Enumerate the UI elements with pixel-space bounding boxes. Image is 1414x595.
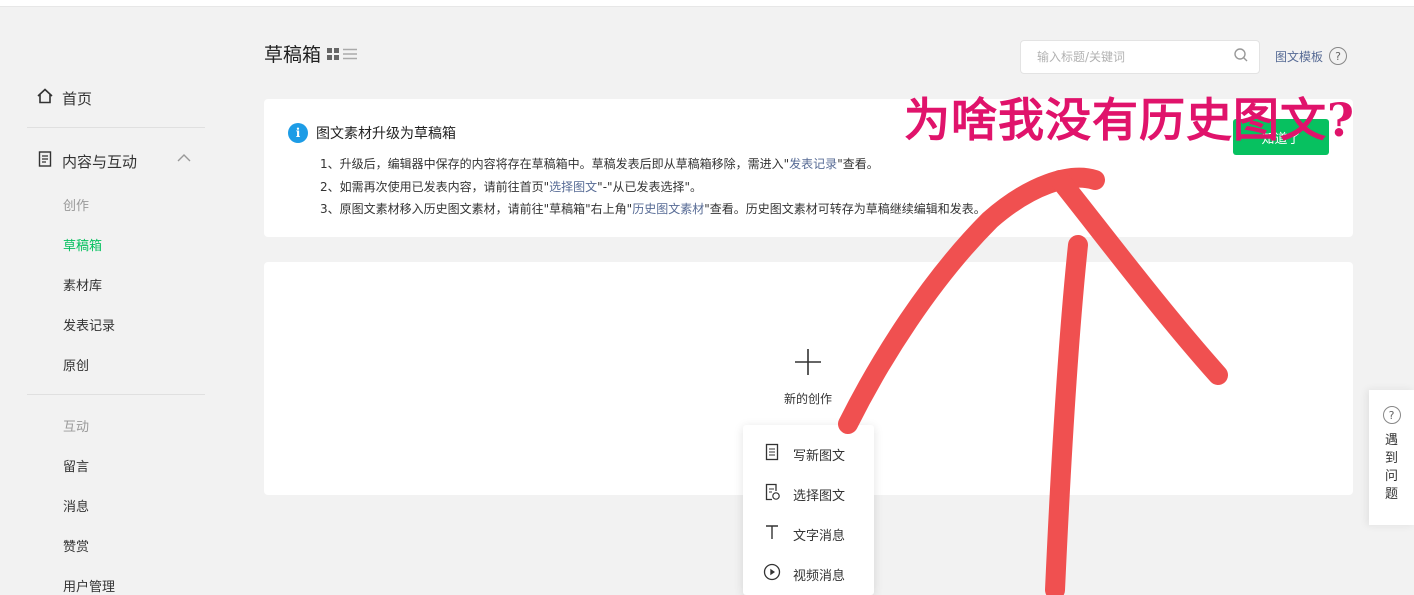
sidebar-item-user-management[interactable]: 用户管理	[63, 576, 115, 595]
home-icon	[36, 87, 54, 109]
select-article-link[interactable]: 选择图文	[549, 180, 597, 194]
group-title-create: 创作	[63, 199, 90, 214]
new-creation-menu: 写新图文 选择图文 文字消息 视频消息	[743, 425, 874, 595]
select-document-icon	[763, 483, 781, 505]
list-view-icon[interactable]	[343, 43, 358, 65]
chevron-up-icon[interactable]	[176, 150, 192, 170]
sidebar-item-drafts[interactable]: 草稿箱	[63, 235, 102, 254]
notice-text: 1、升级后，编辑器中保存的内容将存在草稿箱中。草稿发表后即从草稿箱移除，需进入"	[320, 157, 790, 171]
sidebar: 首页 内容与互动 创作 草稿箱 素材库 发表记录 原创 互动 留言 消息 赞赏 …	[0, 7, 230, 595]
notice-title-text: 图文素材升级为草稿箱	[316, 126, 456, 142]
sidebar-item-library[interactable]: 素材库	[63, 275, 102, 294]
info-icon: i	[288, 123, 308, 143]
group-title-interact: 互动	[63, 420, 90, 435]
help-label: 遇到问题	[1384, 433, 1398, 502]
notice-text: 3、原图文素材移入历史图文素材，请前往"草稿箱"右上角"	[320, 202, 633, 216]
new-creation-button[interactable]: 新的创作	[770, 344, 846, 407]
play-circle-icon	[763, 563, 781, 585]
notice-text: 2、如需再次使用已发表内容，请前往首页"	[320, 180, 550, 194]
menu-item-label: 选择图文	[793, 488, 846, 504]
notice-line-1: 1、升级后，编辑器中保存的内容将存在草稿箱中。草稿发表后即从草稿箱移除，需进入"…	[320, 155, 879, 172]
menu-item-select-article[interactable]: 选择图文	[763, 483, 845, 505]
notice-text: "查看。	[837, 157, 879, 171]
menu-item-new-article[interactable]: 写新图文	[763, 443, 845, 465]
sidebar-item-comments[interactable]: 留言	[63, 456, 89, 475]
template-link[interactable]: 图文模板 ?	[1275, 47, 1348, 65]
new-creation-label: 新的创作	[783, 392, 832, 406]
page-title-text: 草稿箱	[264, 44, 322, 66]
sidebar-item-home[interactable]: 首页	[36, 87, 92, 109]
notice-text: "-"从已发表选择"。	[597, 180, 703, 194]
text-icon	[763, 523, 781, 545]
template-link-label: 图文模板	[1275, 49, 1324, 64]
search-input[interactable]	[1037, 50, 1233, 64]
page-title: 草稿箱	[264, 40, 358, 67]
sidebar-item-rewards[interactable]: 赞赏	[63, 536, 89, 555]
notice-line-3: 3、原图文素材移入历史图文素材，请前往"草稿箱"右上角"历史图文素材"查看。历史…	[320, 200, 986, 217]
history-material-link[interactable]: 历史图文素材	[632, 202, 704, 216]
menu-item-label: 视频消息	[793, 568, 846, 584]
sidebar-divider	[27, 394, 205, 395]
notice-text: "查看。历史图文素材可转存为草稿继续编辑和发表。	[704, 202, 986, 216]
search-icon[interactable]	[1233, 47, 1249, 67]
sidebar-item-original[interactable]: 原创	[63, 355, 89, 374]
search-box	[1020, 40, 1260, 74]
document-icon	[36, 150, 54, 172]
menu-item-label: 写新图文	[793, 448, 846, 464]
sidebar-item-messages[interactable]: 消息	[63, 496, 89, 515]
menu-item-label: 文字消息	[793, 528, 846, 544]
sidebar-item-publish-records[interactable]: 发表记录	[63, 315, 115, 334]
sidebar-divider	[27, 127, 205, 128]
sidebar-section-content[interactable]: 内容与互动	[36, 150, 196, 172]
menu-item-text-message[interactable]: 文字消息	[763, 523, 845, 545]
help-circle-icon[interactable]: ?	[1329, 47, 1348, 65]
sidebar-section-label: 内容与互动	[62, 152, 138, 171]
plus-icon	[770, 344, 846, 384]
annotation-text: 为啥我没有历史图文?	[904, 93, 1355, 147]
notice-line-2: 2、如需再次使用已发表内容，请前往首页"选择图文"-"从已发表选择"。	[320, 178, 702, 195]
document-icon	[763, 443, 781, 465]
grid-view-icon[interactable]	[327, 43, 340, 65]
help-float-button[interactable]: ? 遇到问题	[1369, 390, 1414, 525]
help-circle-icon: ?	[1382, 406, 1401, 424]
sidebar-item-label: 首页	[62, 89, 93, 108]
publish-records-link[interactable]: 发表记录	[789, 157, 837, 171]
notice-title: i 图文素材升级为草稿箱	[288, 123, 456, 143]
menu-item-video-message[interactable]: 视频消息	[763, 563, 845, 585]
